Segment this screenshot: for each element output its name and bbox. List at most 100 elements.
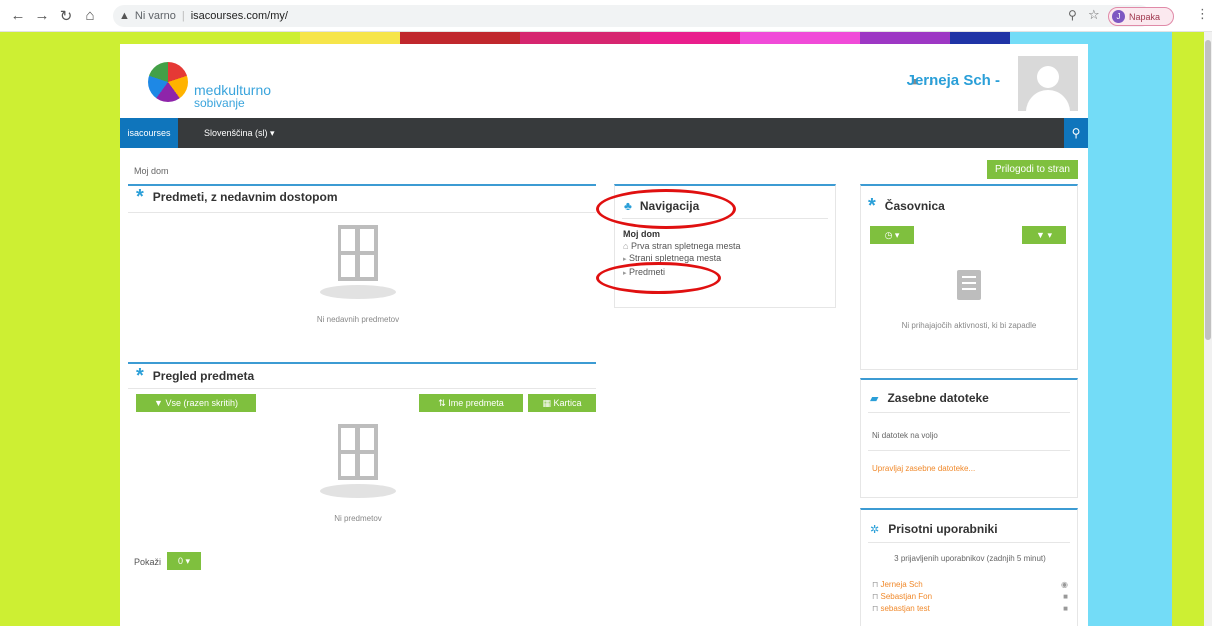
online-users-list: ⊓ Jerneja Sch ◉ ⊓ Sebastjan Fon ■ ⊓ seba… [872,579,1068,615]
recent-courses-title-text: Predmeti, z nedavnim dostopom [152,190,338,204]
recent-courses-title: * Predmeti, z nedavnim dostopom [136,186,338,208]
annotation-circle-courses [596,262,721,294]
timeline-title-text: Časovnica [884,199,945,213]
logo-graphic [148,62,188,102]
nav-site-home[interactable]: ⌂ Prva stran spletnega mesta [623,240,741,252]
message-icon[interactable]: ■ [1063,603,1068,615]
bookmark-star-icon[interactable]: ☆ [1088,7,1100,23]
stripe-segment [1010,32,1088,44]
customize-page-button[interactable]: Prilogodi to stran [986,160,1078,179]
stripe-segment [300,32,400,44]
forward-icon[interactable]: → [32,6,52,26]
eye-icon[interactable]: ◉ [1061,579,1068,591]
breadcrumb[interactable]: Moj dom [134,166,169,176]
divider [868,412,1070,413]
home-icon: ⌂ [623,241,629,251]
user-icon: ⊓ [872,592,879,601]
course-overview-title: * Pregled predmeta [136,365,255,387]
zoom-icon[interactable]: ⚲ [1068,8,1077,22]
online-user-link[interactable]: Sebastjan Fon [880,592,932,601]
stripe-segment [180,32,300,44]
online-user-link[interactable]: Jerneja Sch [880,580,922,589]
kebab-menu-icon[interactable]: ⋮ [1196,6,1209,22]
logo-text-line2: sobivanje [194,96,245,110]
timeline-empty-icon [957,270,981,300]
profile-avatar-icon: J [1112,10,1125,23]
filter-all-button[interactable]: ▼ Vse (razen skritih) [136,394,256,412]
warning-icon: ▲ [119,10,130,22]
online-users-summary: 3 prijavljenih uporabnikov (zadnjih 5 mi… [894,554,1046,563]
stripe-segment [740,32,860,44]
profile-label: Napaka [1129,11,1161,22]
page: medkulturno sobivanje ■ ♪ Jerneja Sch - … [120,32,1088,626]
profile-button[interactable]: J Napaka [1108,7,1174,26]
reload-icon[interactable]: ↻ [56,6,76,26]
stripe-segment [400,32,520,44]
nav-site-home-label: Prva stran spletnega mesta [630,241,741,251]
online-user-link[interactable]: sebastjan test [880,604,929,613]
divider [128,388,596,389]
folder-icon: ▰ [870,392,879,405]
back-icon[interactable]: ← [8,6,28,26]
asterisk-icon: * [868,195,876,217]
empty-courses-illustration [318,424,398,498]
timeline-title: * Časovnica [868,195,945,217]
stripe-segment [950,32,1010,44]
address-separator: | [181,10,185,22]
navbar: isacourses Slovenščina (sl) ▾ ⚲ [120,118,1088,148]
divider [868,542,1070,543]
stripe-segment [640,32,740,44]
stripe-segment [120,32,180,44]
asterisk-icon: * [136,186,144,208]
online-users-title-text: Prisotni uporabniki [888,522,998,536]
divider [868,450,1070,451]
user-icon: ⊓ [872,580,879,589]
filter-icon: ▼ ▾ [1036,229,1052,240]
message-icon[interactable]: ■ [1063,591,1068,603]
timeline-empty: Ni prihajajočih aktivnosti, ki bi zapadl… [901,321,1037,330]
user-menu-name[interactable]: Jerneja Sch - [907,72,1000,89]
avatar-body [1026,90,1070,111]
timeline-sort-dropdown[interactable]: ◷ ▾ [870,226,914,244]
timeline-filter-dropdown[interactable]: ▼ ▾ [1022,226,1066,244]
language-menu[interactable]: Slovenščina (sl) ▾ [204,128,275,139]
not-secure-label: Ni varno [134,10,176,22]
course-overview-title-text: Pregled predmeta [152,369,255,383]
view-card-button[interactable]: ▦ Kartica [528,394,596,412]
list-item: ⊓ Sebastjan Fon ■ [872,591,1068,603]
user-icon: ⊓ [872,604,879,613]
color-stripe [120,32,1088,44]
browser-toolbar: ← → ↻ ⌂ ▲ Ni varno | isacourses.com/my/ … [0,0,1212,32]
sort-course-name-button[interactable]: ⇅ Ime predmeta [419,394,523,412]
stripe-segment [860,32,950,44]
user-avatar[interactable] [1018,56,1078,111]
online-users-title: ✲ Prisotni uporabniki [870,522,998,536]
empty-courses-illustration [318,225,398,299]
address-bar[interactable]: ▲ Ni varno | isacourses.com/my/ [113,5,1151,27]
avatar-head [1037,66,1059,88]
nav-home[interactable]: Moj dom [623,228,741,240]
list-item: ⊓ Jerneja Sch ◉ [872,579,1068,591]
users-icon: ✲ [870,523,880,536]
home-icon[interactable]: ⌂ [80,6,100,26]
private-files-empty: Ni datotek na voljo [872,431,938,440]
private-files-title-text: Zasebne datoteke [887,391,989,405]
show-count-dropdown[interactable]: 0 ▾ [167,552,201,570]
asterisk-icon: * [136,365,144,387]
private-files-title: ▰ Zasebne datoteke [870,391,989,405]
clock-icon: ◷ ▾ [884,229,900,240]
annotation-circle-navigation [596,189,736,229]
caret-right-icon: ▸ [623,256,627,263]
search-icon[interactable]: ⚲ [1064,118,1088,148]
stripe-segment [520,32,640,44]
scrollbar-thumb[interactable] [1205,40,1211,340]
url-text: isacourses.com/my/ [190,10,288,22]
navbar-brand[interactable]: isacourses [120,118,178,148]
site-logo[interactable]: medkulturno sobivanje [142,62,282,114]
show-label: Pokaži [134,557,162,567]
recent-courses-empty: Ni nedavnih predmetov [316,315,400,324]
divider [128,212,596,213]
manage-private-files-link[interactable]: Upravljaj zasebne datoteke... [872,464,975,473]
list-item: ⊓ sebastjan test ■ [872,603,1068,615]
background-right-cyan [1088,32,1172,626]
